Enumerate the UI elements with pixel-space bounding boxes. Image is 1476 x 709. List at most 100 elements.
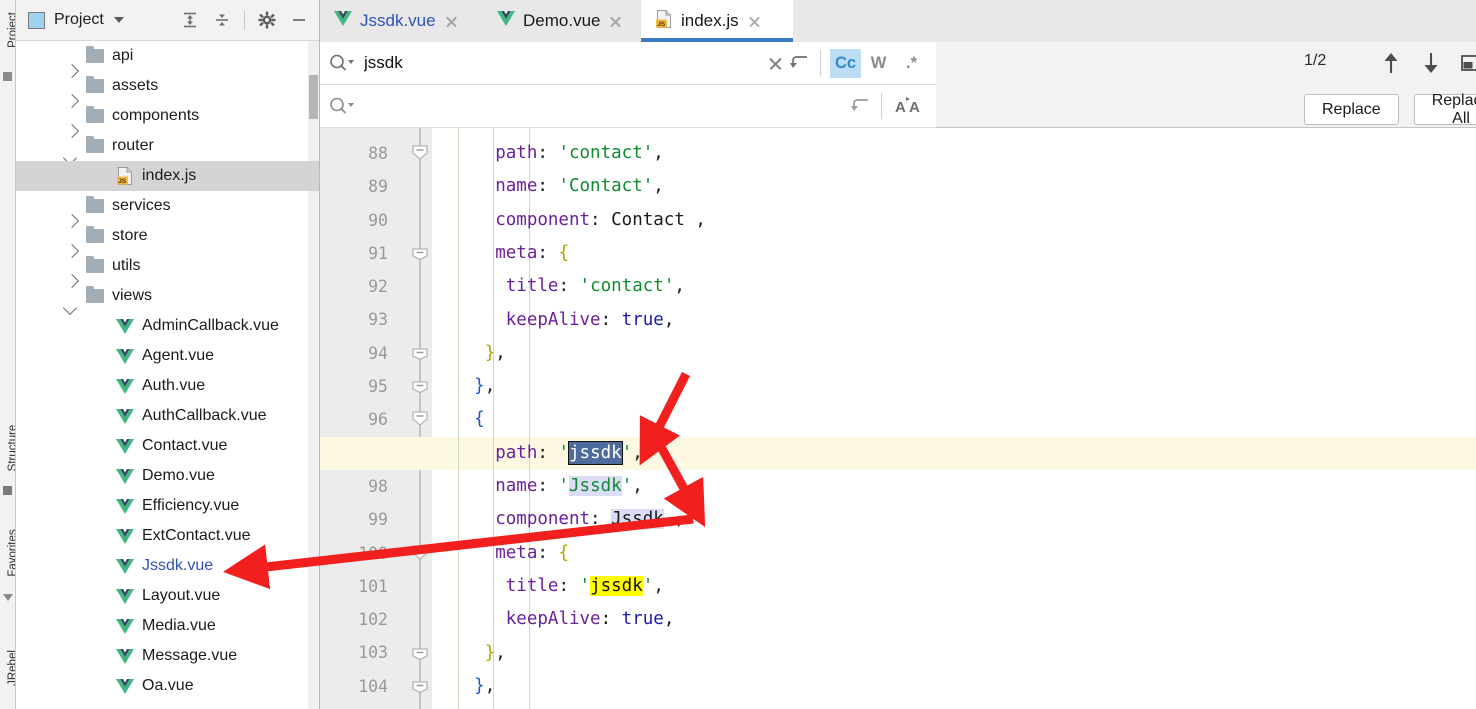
fold-collapse-icon[interactable]	[410, 645, 430, 660]
code-line[interactable]: path: 'contact',	[432, 137, 1476, 170]
code-line[interactable]: name: 'Jssdk',	[432, 470, 1476, 503]
editor-gutter[interactable]: 888990919293949596979899100101102103104	[320, 128, 432, 709]
tree-item-media-vue[interactable]: Media.vue	[16, 611, 319, 641]
fold-region-end-icon[interactable]	[410, 411, 430, 427]
line-number: 96	[368, 410, 388, 430]
find-next-icon[interactable]	[1416, 48, 1446, 78]
words-toggle[interactable]: W	[863, 49, 894, 78]
replace-search-icon[interactable]	[328, 95, 354, 117]
close-icon[interactable]	[608, 14, 623, 29]
replace-all-button[interactable]: Replace All	[1413, 92, 1476, 127]
tree-item-demo-vue[interactable]: Demo.vue	[16, 461, 319, 491]
editor-tab-jssdk-vue[interactable]: Jssdk.vue	[320, 0, 483, 42]
minimize-icon[interactable]	[285, 6, 313, 34]
tree-item-components[interactable]: components	[16, 101, 319, 139]
code-line[interactable]: },	[432, 670, 1476, 703]
tree-item-views[interactable]: views	[16, 281, 319, 316]
tree-item-router[interactable]: router	[16, 131, 319, 166]
code-line[interactable]: keepAlive: true,	[432, 603, 1476, 636]
tree-item-contact-vue[interactable]: Contact.vue	[16, 431, 319, 461]
code-token: keepAlive	[505, 309, 601, 330]
tree-item-authcallback-vue[interactable]: AuthCallback.vue	[16, 401, 319, 431]
tree-item-index-js[interactable]: JS index.js	[16, 161, 319, 191]
strip-label-favorites[interactable]: Favorites	[7, 498, 15, 608]
tree-item-api[interactable]: api	[16, 41, 319, 79]
replace-history-icon[interactable]	[851, 95, 873, 117]
search-icon[interactable]	[328, 52, 354, 74]
collapse-all-icon[interactable]	[208, 6, 236, 34]
tree-item-oa-vue[interactable]: Oa.vue	[16, 671, 319, 701]
tree-item-message-vue[interactable]: Message.vue	[16, 641, 319, 671]
search-history-icon[interactable]	[790, 52, 812, 74]
editor-tab-index-js[interactable]: JS index.js	[641, 0, 793, 42]
strip-label-jrebel[interactable]: JRebel	[7, 613, 15, 709]
tree-item-label: views	[112, 287, 153, 304]
tree-item-services[interactable]: services	[16, 191, 319, 229]
preserve-case-replace-icon[interactable]: A A	[891, 92, 927, 121]
code-line[interactable]: },	[432, 370, 1476, 403]
code-line[interactable]: },	[432, 637, 1476, 670]
code-line[interactable]: name: 'Contact',	[432, 170, 1476, 203]
folder-icon	[86, 256, 104, 273]
expand-all-icon[interactable]	[176, 6, 204, 34]
folder-icon	[86, 286, 104, 303]
tree-item-agent-vue[interactable]: Agent.vue	[16, 341, 319, 371]
code-line[interactable]: title: 'contact',	[432, 270, 1476, 303]
tree-item-label: Oa.vue	[142, 677, 194, 694]
close-icon[interactable]	[747, 14, 762, 29]
code-line[interactable]: meta: {	[432, 537, 1476, 570]
fold-collapse-icon[interactable]	[410, 345, 430, 361]
code-token: '	[579, 575, 591, 596]
code-line[interactable]: component: Jssdk ,	[432, 503, 1476, 536]
code-line[interactable]: meta: {	[432, 237, 1476, 270]
replace-input[interactable]	[354, 96, 851, 116]
code-line[interactable]: keepAlive: true,	[432, 304, 1476, 337]
code-line[interactable]: path: 'jssdk',	[432, 437, 1476, 470]
code-line[interactable]: {	[432, 403, 1476, 436]
code-token: name	[495, 176, 538, 197]
regex-toggle[interactable]: .*	[896, 49, 927, 78]
match-case-toggle[interactable]: Cc	[830, 48, 861, 78]
line-number: 94	[368, 343, 388, 363]
tree-item-layout-vue[interactable]: Layout.vue	[16, 581, 319, 611]
fold-region-end-icon[interactable]	[410, 544, 430, 560]
code-line[interactable]: component: Contact ,	[432, 204, 1476, 237]
tree-item-extcontact-vue[interactable]: ExtContact.vue	[16, 521, 319, 551]
fold-collapse-icon[interactable]	[410, 245, 430, 261]
code-editor[interactable]: 888990919293949596979899100101102103104 …	[320, 128, 1476, 709]
tree-item-auth-vue[interactable]: Auth.vue	[16, 371, 319, 401]
tree-item-label: store	[112, 227, 148, 244]
fold-region-end-icon[interactable]	[410, 145, 430, 160]
close-icon[interactable]	[444, 14, 459, 29]
tree-item-assets[interactable]: assets	[16, 71, 319, 109]
tree-item-efficiency-vue[interactable]: Efficiency.vue	[16, 491, 319, 521]
clear-search-icon[interactable]	[767, 55, 784, 72]
fold-collapse-icon[interactable]	[410, 378, 430, 394]
code-token: path	[495, 442, 538, 463]
search-input[interactable]	[354, 53, 761, 73]
vue-file-icon	[334, 11, 352, 31]
find-previous-icon[interactable]	[1376, 48, 1406, 78]
tree-item-admincallback-vue[interactable]: AdminCallback.vue	[16, 311, 319, 341]
code-line[interactable]: },	[432, 337, 1476, 370]
tree-item-utils[interactable]: utils	[16, 251, 319, 289]
open-in-window-icon[interactable]	[1456, 48, 1476, 78]
line-number: 104	[358, 676, 388, 696]
replace-button[interactable]: Replace	[1304, 94, 1399, 125]
vue-file-icon	[116, 618, 134, 634]
vue-file-icon	[116, 528, 134, 544]
project-file-tree[interactable]: api assets components router JS index.js servi…	[16, 41, 319, 709]
match-count-label: 1/2	[1304, 52, 1327, 69]
chevron-down-icon[interactable]	[113, 17, 124, 23]
code-text-area[interactable]: path: 'contact', name: 'Contact', compon…	[320, 128, 1476, 709]
gear-icon[interactable]	[253, 6, 281, 34]
editor-tab-demo-vue[interactable]: Demo.vue	[483, 0, 641, 42]
code-line[interactable]: title: 'jssdk',	[432, 570, 1476, 603]
fold-collapse-icon[interactable]	[410, 678, 430, 694]
tree-item-store[interactable]: store	[16, 221, 319, 259]
tree-item-jssdk-vue[interactable]: Jssdk.vue	[16, 551, 319, 581]
